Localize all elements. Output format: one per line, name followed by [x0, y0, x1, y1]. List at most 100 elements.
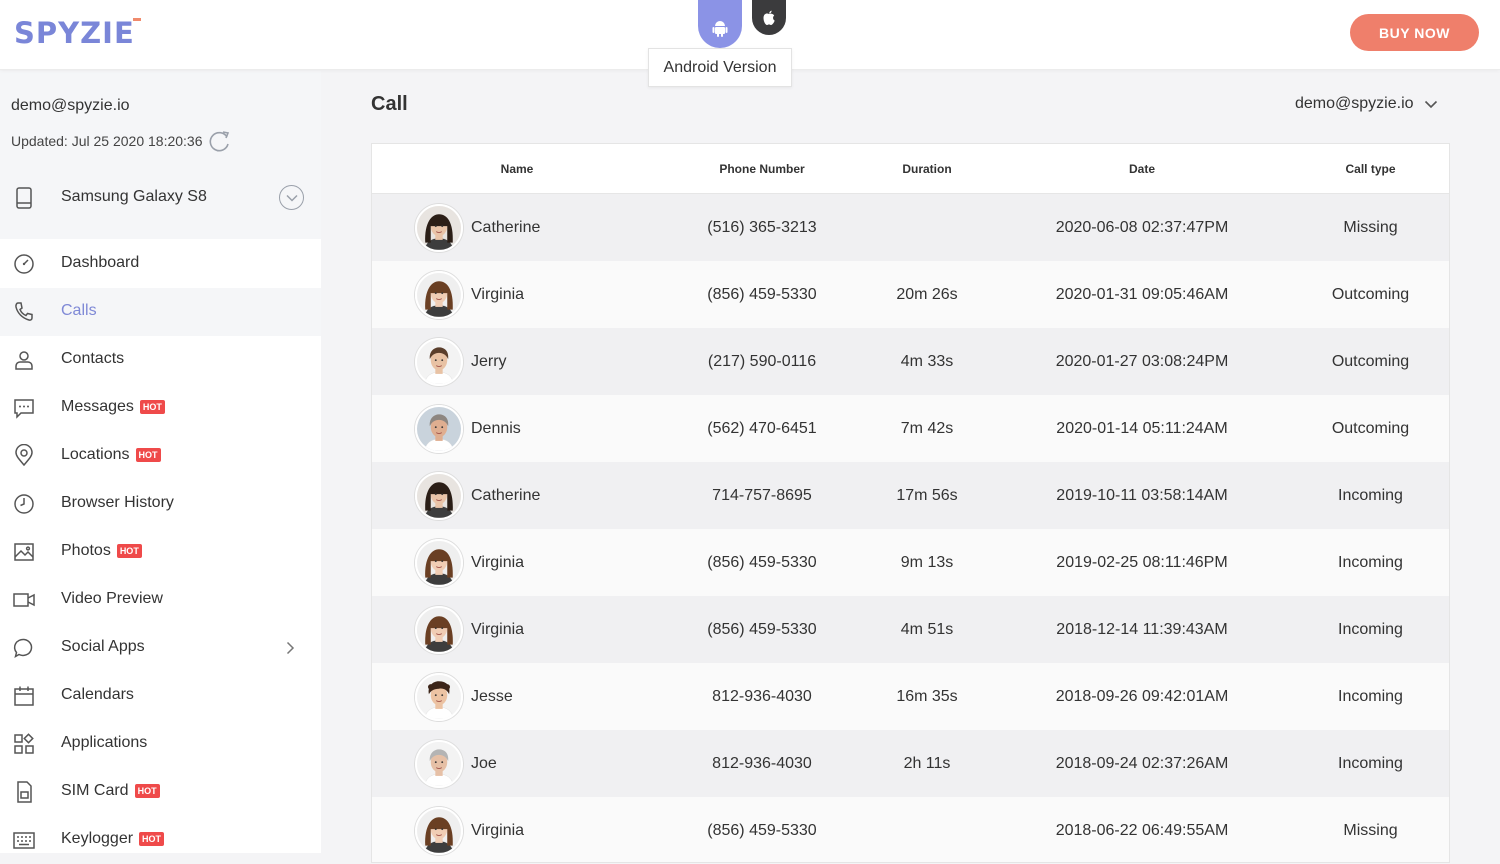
column-header-name[interactable]: Name	[372, 162, 662, 176]
avatar-image	[417, 473, 461, 518]
cell-date: 2020-01-31 09:05:46AM	[1055, 285, 1229, 303]
cell-phone: 812-936-4030	[712, 754, 812, 772]
table-row[interactable]: Joe 812-936-4030 2h 11s 2018-09-24 02:37…	[372, 730, 1449, 797]
sidebar-item-contacts[interactable]: Contacts	[0, 336, 321, 384]
contact-name: Dennis	[471, 419, 521, 437]
cell-phone: 714-757-8695	[712, 486, 812, 504]
column-header-call-type[interactable]: Call type	[1292, 162, 1449, 176]
cell-call-type: Incoming	[1338, 620, 1403, 638]
refresh-icon[interactable]	[208, 129, 232, 153]
cell-phone: (516) 365-3213	[707, 218, 817, 236]
table-row[interactable]: Jerry (217) 590-0116 4m 33s 2020-01-27 0…	[372, 328, 1449, 395]
sidebar-item-keylogger[interactable]: Keylogger HOT	[0, 816, 321, 864]
cell-phone: (217) 590-0116	[707, 352, 817, 370]
avatar-image	[417, 272, 461, 317]
messages-icon	[14, 399, 34, 419]
sidebar-item-text: Video Preview	[61, 590, 163, 607]
sidebar-item-messages[interactable]: Messages HOT	[0, 384, 321, 432]
avatar-image	[417, 741, 461, 786]
sidebar-item-text: SIM Card	[61, 782, 129, 799]
cell-call-type: Missing	[1343, 821, 1398, 839]
sidebar-item-text: Browser History	[61, 494, 174, 511]
account-panel: demo@spyzie.io Updated: Jul 25 2020 18:2…	[0, 71, 321, 239]
sidebar-item-label: Calendars	[61, 686, 134, 704]
contact-name: Virginia	[471, 821, 525, 839]
buy-now-button[interactable]: BUY NOW	[1350, 14, 1479, 51]
sidebar-item-calendars[interactable]: Calendars	[0, 672, 321, 720]
sidebar-nav: Dashboard Calls Contacts Messages HOT Locatio…	[0, 240, 321, 864]
sidebar-item-applications[interactable]: Applications	[0, 720, 321, 768]
cell-duration: 16m 35s	[896, 687, 958, 705]
sidebar-item-social-apps[interactable]: Social Apps	[0, 624, 321, 672]
table-row[interactable]: Virginia (856) 459-5330 20m 26s 2020-01-…	[372, 261, 1449, 328]
sidebar-item-label: Video Preview	[61, 590, 163, 608]
contact-name: Catherine	[471, 486, 541, 504]
avatar-image	[417, 339, 461, 384]
sidebar-item-photos[interactable]: Photos HOT	[0, 528, 321, 576]
hot-badge: HOT	[139, 400, 165, 414]
cell-call-type: Incoming	[1338, 754, 1403, 772]
sidebar-item-browser-history[interactable]: Browser History	[0, 480, 321, 528]
table-row[interactable]: Virginia (856) 459-5330 9m 13s 2019-02-2…	[372, 529, 1449, 596]
table-row[interactable]: Virginia (856) 459-5330 2018-06-22 06:49…	[372, 797, 1449, 862]
avatar	[415, 270, 463, 319]
cell-duration: 9m 13s	[900, 553, 954, 571]
device-selector[interactable]: Samsung Galaxy S8	[0, 171, 321, 225]
ios-version-button[interactable]	[752, 0, 786, 35]
sidebar-item-label: Dashboard	[61, 254, 139, 272]
contact-name: Jerry	[471, 352, 507, 370]
avatar	[415, 672, 463, 721]
cell-name: Catherine	[372, 203, 662, 252]
avatar-image	[417, 406, 461, 451]
cell-name: Virginia	[372, 605, 662, 654]
sidebar-item-label: Browser History	[61, 494, 174, 512]
contact-name: Catherine	[471, 218, 541, 236]
sidebar-item-calls[interactable]: Calls	[0, 288, 321, 336]
sidebar-item-sim-card[interactable]: SIM Card HOT	[0, 768, 321, 816]
avatar	[415, 471, 463, 520]
sidebar-item-text: Social Apps	[61, 638, 145, 655]
cell-phone: (562) 470-6451	[707, 419, 817, 437]
sim-icon	[17, 781, 32, 803]
dashboard-icon	[14, 254, 34, 274]
spyzie-logo[interactable]: SPYZIE	[14, 16, 141, 50]
logo-accent	[132, 18, 141, 21]
cell-date: 2018-12-14 11:39:43AM	[1056, 620, 1228, 638]
column-header-duration[interactable]: Duration	[862, 162, 992, 176]
cell-date: 2019-10-11 03:58:14AM	[1056, 486, 1228, 504]
cell-date: 2019-02-25 08:11:46PM	[1056, 553, 1228, 571]
column-header-date[interactable]: Date	[992, 162, 1292, 176]
sidebar-item-text: Dashboard	[61, 254, 140, 271]
table-row[interactable]: Jesse 812-936-4030 16m 35s 2018-09-26 09…	[372, 663, 1449, 730]
sidebar-item-label: Messages HOT	[61, 398, 165, 416]
contact-name: Jesse	[471, 687, 513, 705]
column-header-phone[interactable]: Phone Number	[662, 162, 862, 176]
cell-phone: (856) 459-5330	[707, 285, 817, 303]
cell-duration: 2h 11s	[903, 754, 951, 772]
user-menu-email: demo@spyzie.io	[1295, 95, 1414, 112]
cell-duration: 4m 51s	[900, 620, 954, 638]
table-row[interactable]: Dennis (562) 470-6451 7m 42s 2020-01-14 …	[372, 395, 1449, 462]
sidebar-item-label: Calls	[61, 302, 97, 320]
device-dropdown-toggle[interactable]	[279, 185, 304, 210]
table-row[interactable]: Catherine (516) 365-3213 2020-06-08 02:3…	[372, 194, 1449, 261]
contact-name: Joe	[471, 754, 497, 772]
table-row[interactable]: Virginia (856) 459-5330 4m 51s 2018-12-1…	[372, 596, 1449, 663]
cell-phone: (856) 459-5330	[707, 821, 817, 839]
device-icon	[16, 187, 32, 209]
avatar	[415, 605, 463, 654]
cell-duration: 7m 42s	[900, 419, 954, 437]
user-menu[interactable]: demo@spyzie.io	[1295, 95, 1438, 113]
chevron-down-icon	[285, 194, 298, 202]
cell-name: Dennis	[372, 404, 662, 453]
sidebar-item-dashboard[interactable]: Dashboard	[0, 240, 321, 288]
table-row[interactable]: Catherine 714-757-8695 17m 56s 2019-10-1…	[372, 462, 1449, 529]
cell-date: 2020-01-27 03:08:24PM	[1055, 352, 1229, 370]
avatar-image	[417, 808, 461, 853]
hot-badge: HOT	[134, 784, 160, 798]
sidebar-item-locations[interactable]: Locations HOT	[0, 432, 321, 480]
avatar-image	[417, 540, 461, 585]
logo-text: SPYZIE	[14, 16, 135, 50]
android-version-button[interactable]	[698, 0, 742, 48]
sidebar-item-video-preview[interactable]: Video Preview	[0, 576, 321, 624]
